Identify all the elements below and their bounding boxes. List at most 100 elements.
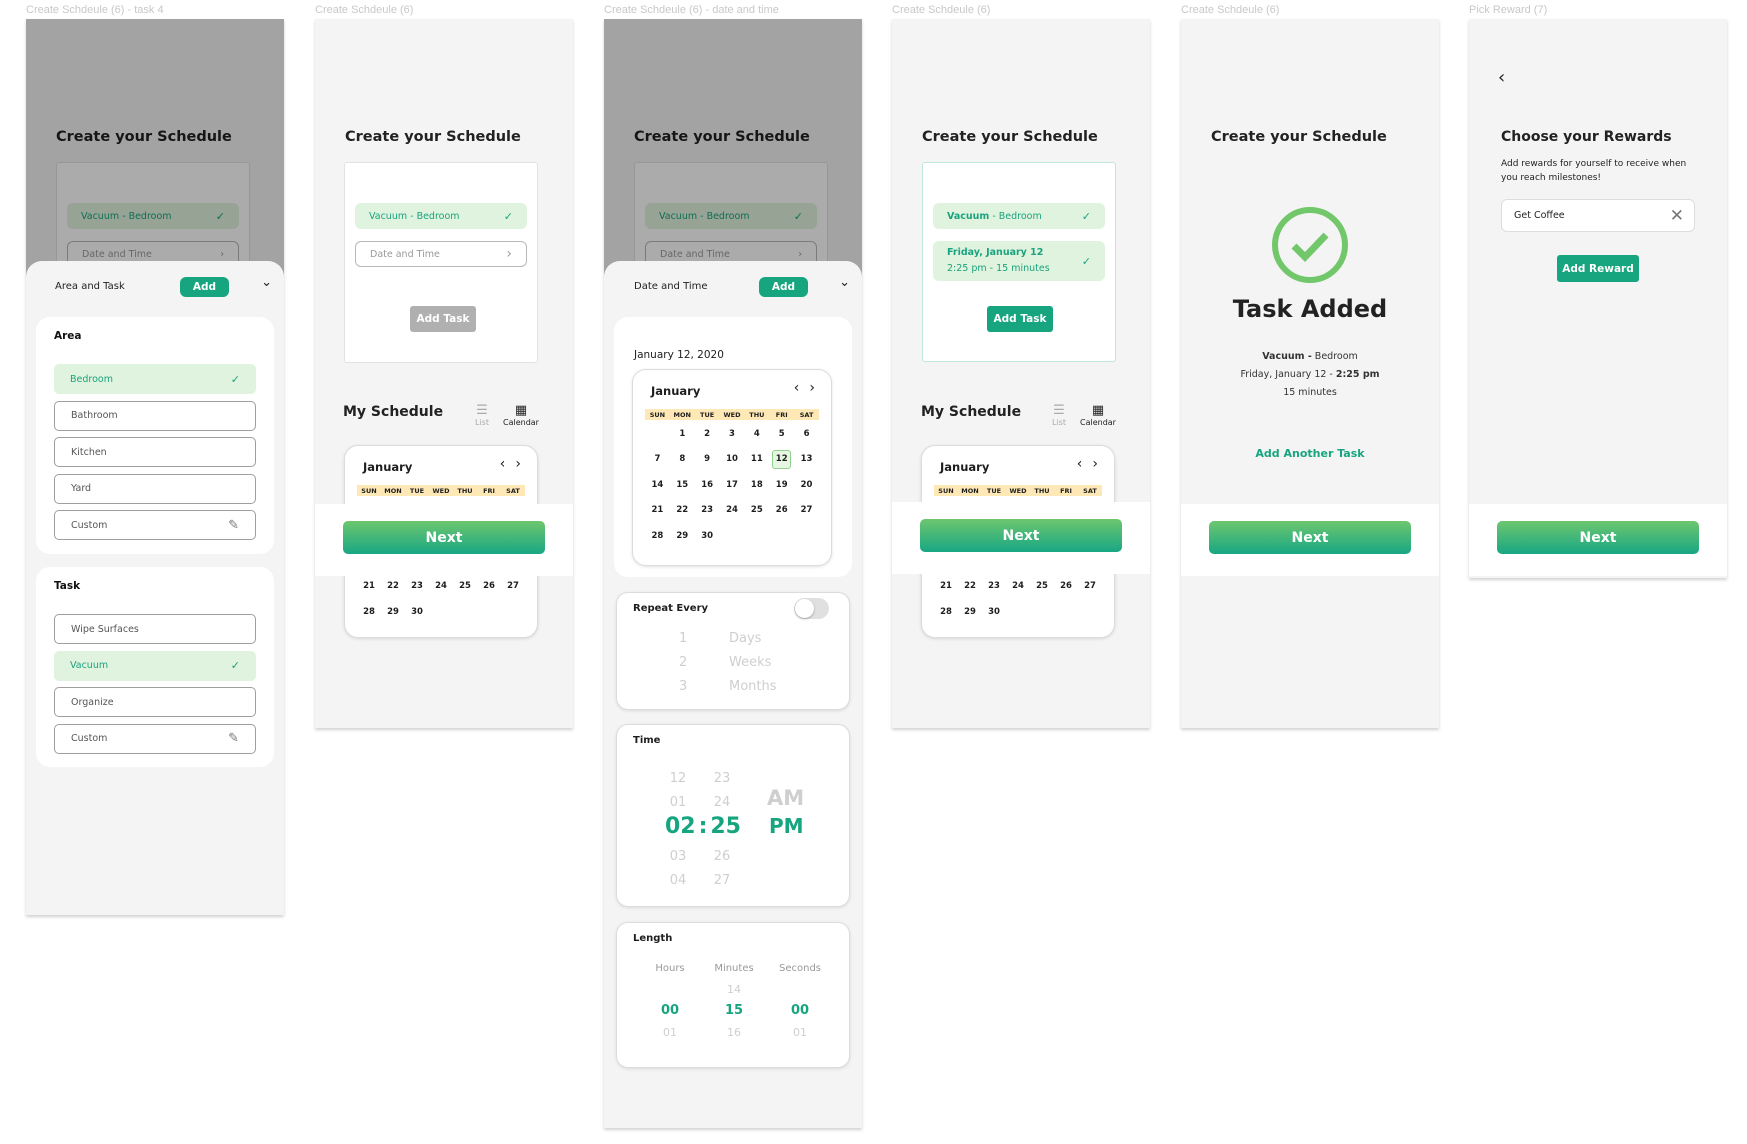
calendar-day[interactable]: 27 — [1078, 574, 1102, 600]
calendar-day[interactable]: 22 — [381, 574, 405, 600]
calendar-day[interactable]: 21 — [357, 574, 381, 600]
calendar-day[interactable]: 25 — [453, 574, 477, 600]
option-bedroom[interactable]: Bedroom ✓ — [54, 364, 256, 394]
repeat-toggle[interactable] — [794, 598, 829, 619]
calendar-day[interactable]: 6 — [794, 421, 819, 447]
calendar-day[interactable]: 23 — [405, 574, 429, 600]
calendar-day[interactable]: 28 — [645, 523, 670, 549]
option-vacuum[interactable]: Vacuum ✓ — [54, 650, 256, 681]
calendar-day[interactable]: 1 — [670, 421, 695, 447]
calendar-day[interactable]: 13 — [794, 447, 819, 473]
calendar-day[interactable]: 10 — [720, 447, 745, 473]
calendar-day[interactable]: 23 — [695, 498, 720, 524]
length-seconds-picker[interactable]: Seconds 00 01 — [765, 963, 835, 1039]
option-bathroom[interactable]: Bathroom — [54, 400, 256, 431]
calendar-day[interactable]: 5 — [769, 421, 794, 447]
calendar-day[interactable]: 19 — [769, 472, 794, 498]
pencil-icon[interactable]: ✎ — [228, 731, 239, 746]
calendar-day[interactable]: 24 — [429, 574, 453, 600]
option-custom[interactable]: Custom ✎ — [54, 723, 256, 754]
calendar-day[interactable]: 22 — [670, 498, 695, 524]
option-organize[interactable]: Organize — [54, 687, 256, 717]
add-task-button[interactable]: Add Task — [987, 306, 1053, 332]
calendar-day[interactable]: 4 — [744, 421, 769, 447]
calendar-day[interactable]: 3 — [720, 421, 745, 447]
calendar-day[interactable]: 30 — [695, 523, 720, 549]
calendar-day[interactable]: 11 — [744, 447, 769, 473]
next-button[interactable]: Next — [1209, 521, 1411, 554]
chevron-left-icon[interactable]: ‹ — [794, 380, 800, 396]
calendar-day[interactable]: 22 — [958, 574, 982, 600]
calendar-day[interactable]: 21 — [645, 498, 670, 524]
chevron-right-icon[interactable]: › — [1092, 456, 1098, 472]
repeat-unit-option[interactable]: Days — [729, 631, 761, 646]
next-button[interactable]: Next — [343, 521, 545, 554]
calendar-day[interactable]: 18 — [744, 472, 769, 498]
length-hours-picker[interactable]: Hours 00 01 — [635, 963, 705, 1039]
calendar-day[interactable]: 12 — [769, 447, 794, 473]
am-option[interactable]: AM — [767, 786, 804, 810]
list-view-toggle[interactable]: ☰ List — [1052, 403, 1066, 427]
reward-input[interactable]: Get Coffee ✕ — [1501, 199, 1695, 232]
calendar-day[interactable]: 24 — [1006, 574, 1030, 600]
calendar-day[interactable]: 27 — [794, 498, 819, 524]
repeat-number-option[interactable]: 2 — [679, 655, 687, 670]
chevron-left-icon[interactable]: ‹ — [1077, 456, 1083, 472]
next-button[interactable]: Next — [920, 519, 1122, 552]
add-button[interactable]: Add — [759, 277, 808, 297]
pm-option[interactable]: PM — [769, 814, 804, 838]
date-time-pill[interactable]: Friday, January 12 2:25 pm - 15 minutes ✓ — [933, 241, 1105, 281]
chevron-left-icon[interactable]: ‹ — [500, 456, 506, 472]
chevron-down-icon[interactable]: ⌄ — [839, 275, 850, 290]
calendar-day[interactable]: 7 — [645, 447, 670, 473]
option-yard[interactable]: Yard — [54, 473, 256, 504]
pencil-icon[interactable]: ✎ — [228, 518, 239, 533]
repeat-unit-option[interactable]: Months — [729, 679, 777, 694]
chevron-right-icon[interactable]: › — [809, 380, 815, 396]
option-kitchen[interactable]: Kitchen — [54, 437, 256, 467]
clear-icon[interactable]: ✕ — [1670, 206, 1684, 226]
calendar-day[interactable]: 14 — [645, 472, 670, 498]
calendar-day[interactable]: 16 — [695, 472, 720, 498]
repeat-unit-option[interactable]: Weeks — [729, 655, 771, 670]
calendar-day[interactable]: 26 — [1054, 574, 1078, 600]
calendar-day[interactable]: 20 — [794, 472, 819, 498]
calendar-day[interactable]: 29 — [381, 599, 405, 625]
chevron-right-icon[interactable]: › — [515, 456, 521, 472]
length-minutes-picker[interactable]: Minutes 14 15 16 — [699, 963, 769, 1039]
list-view-toggle[interactable]: ☰ List — [475, 403, 489, 427]
calendar-day[interactable]: 25 — [744, 498, 769, 524]
option-custom[interactable]: Custom ✎ — [54, 510, 256, 540]
calendar-view-toggle[interactable]: ▦ Calendar — [503, 403, 539, 427]
calendar-day[interactable]: 23 — [982, 574, 1006, 600]
date-time-field[interactable]: Date and Time › — [355, 241, 527, 267]
repeat-number-option[interactable]: 3 — [679, 679, 687, 694]
calendar-day[interactable]: 9 — [695, 447, 720, 473]
next-button[interactable]: Next — [1497, 521, 1699, 554]
calendar-view-toggle[interactable]: ▦ Calendar — [1080, 403, 1116, 427]
calendar-day[interactable]: 26 — [477, 574, 501, 600]
chevron-down-icon[interactable]: ⌄ — [261, 275, 272, 290]
calendar-day[interactable]: 29 — [958, 599, 982, 625]
calendar-day[interactable]: 28 — [934, 599, 958, 625]
calendar-day[interactable]: 27 — [501, 574, 525, 600]
add-reward-button[interactable]: Add Reward — [1557, 255, 1639, 282]
add-another-task-link[interactable]: Add Another Task — [1181, 447, 1439, 460]
calendar-day[interactable]: 8 — [670, 447, 695, 473]
back-chevron-icon[interactable]: ‹ — [1498, 67, 1505, 88]
calendar-day[interactable]: 25 — [1030, 574, 1054, 600]
option-wipe-surfaces[interactable]: Wipe Surfaces — [54, 614, 256, 644]
calendar-day[interactable]: 2 — [695, 421, 720, 447]
calendar-day[interactable]: 26 — [769, 498, 794, 524]
calendar-day[interactable]: 30 — [982, 599, 1006, 625]
add-button[interactable]: Add — [180, 277, 229, 297]
calendar-day[interactable]: 15 — [670, 472, 695, 498]
task-summary-pill[interactable]: Vacuum - Bedroom ✓ — [933, 203, 1105, 229]
task-summary-pill[interactable]: Vacuum - Bedroom ✓ — [355, 203, 527, 229]
calendar-day[interactable]: 30 — [405, 599, 429, 625]
add-task-button[interactable]: Add Task — [410, 306, 476, 332]
calendar-day[interactable]: 21 — [934, 574, 958, 600]
calendar-day[interactable]: 29 — [670, 523, 695, 549]
repeat-number-option[interactable]: 1 — [679, 631, 687, 646]
calendar-day[interactable]: 28 — [357, 599, 381, 625]
